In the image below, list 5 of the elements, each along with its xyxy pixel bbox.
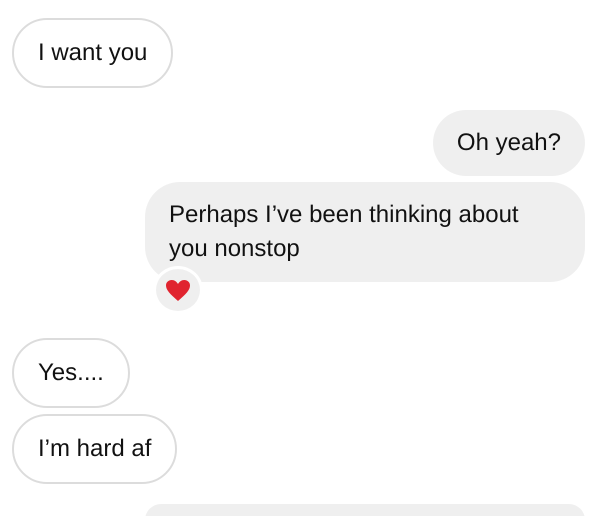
message-bubble: I’m hard af (12, 414, 178, 484)
message-bubble: Oh yeah? (432, 110, 585, 176)
message-bubble: Yes.... (12, 338, 130, 408)
message-bubble: I want you (12, 18, 174, 88)
heart-icon (165, 278, 191, 302)
